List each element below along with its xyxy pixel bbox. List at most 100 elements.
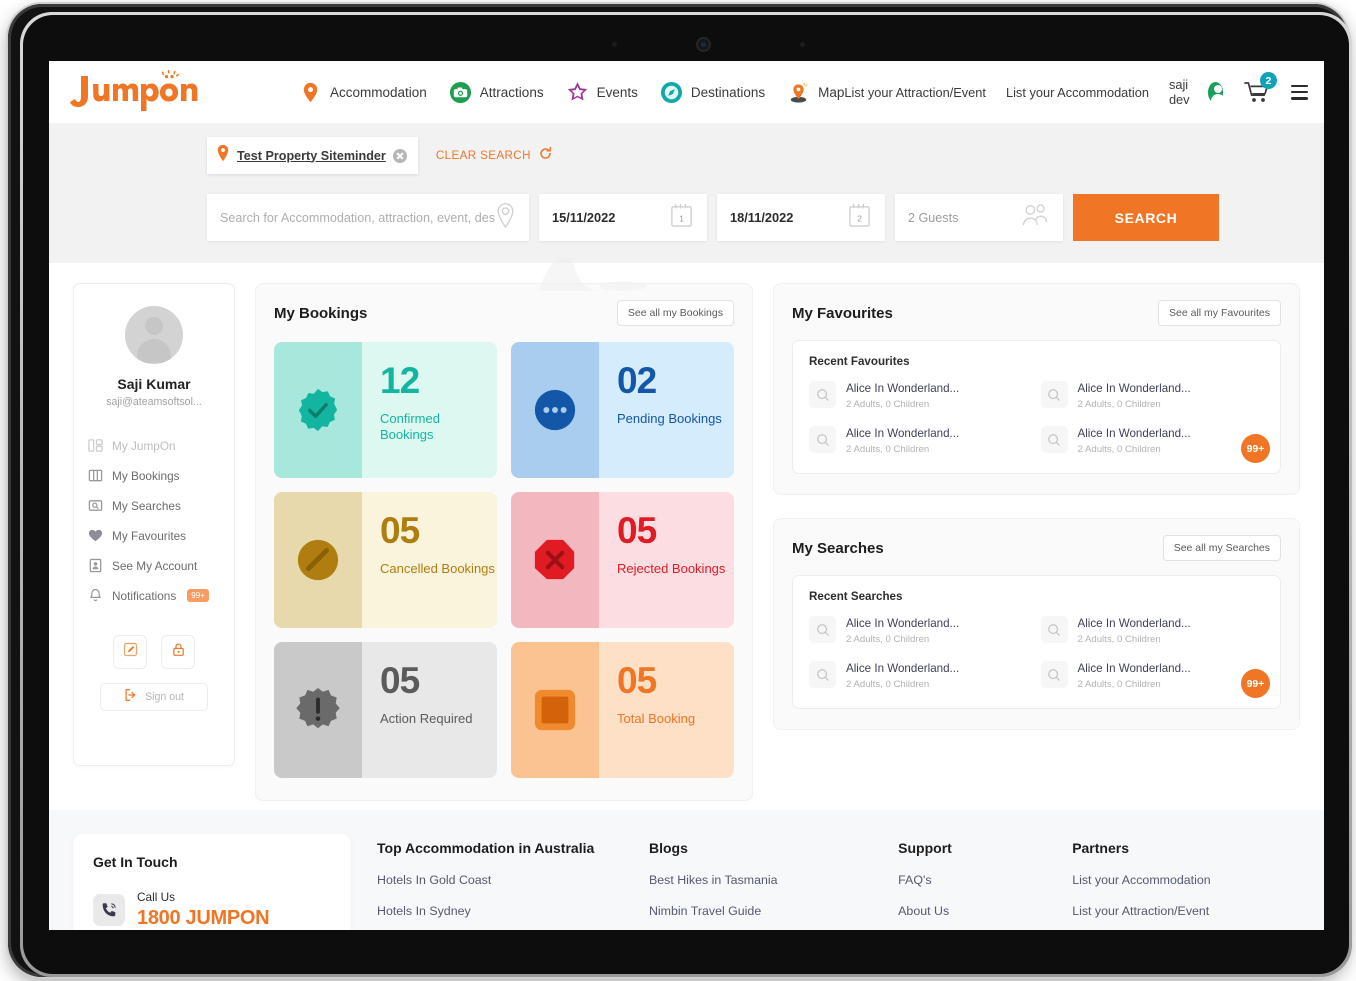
change-password-button[interactable] (161, 635, 195, 669)
hamburger-menu-icon[interactable] (1290, 84, 1308, 100)
footer-link[interactable]: List your Attraction/Event (1072, 904, 1300, 918)
check-out-value: 18/11/2022 (730, 210, 794, 225)
list-item[interactable]: Alice In Wonderland... 2 Adults, 0 Child… (809, 379, 1033, 410)
booking-count: 05 (380, 660, 420, 701)
footer-link[interactable]: Hotels In Sydney (377, 904, 639, 918)
guests-field[interactable]: 2 Guests (895, 194, 1063, 241)
jumpon-logo[interactable] (67, 70, 207, 114)
phone-number: 1800 JUMPON (137, 907, 270, 929)
booking-card-cancelled[interactable]: 05 Cancelled Bookings (274, 492, 497, 628)
sidebar-item-notifications[interactable]: Notifications 99+ (88, 588, 220, 603)
sidebar-item-see-my-account[interactable]: See My Account (88, 558, 220, 573)
edit-profile-button[interactable] (113, 635, 147, 669)
device-frame: Accommodation Attractions Events Destina… (8, 4, 1352, 977)
star-icon (566, 81, 589, 104)
sign-out-button[interactable]: Sign out (100, 683, 208, 711)
see-all-bookings-button[interactable]: See all my Bookings (616, 300, 734, 326)
check-in-value: 15/11/2022 (552, 210, 616, 225)
nav-item-destinations[interactable]: Destinations (660, 81, 765, 104)
sidebar-item-my-searches[interactable]: My Searches (88, 498, 220, 513)
search-name: Alice In Wonderland... (1077, 617, 1191, 630)
search-chip-row: Test Property Siteminder CLEAR SEARCH (49, 137, 1324, 174)
call-us-label: Call Us (137, 890, 176, 904)
check-out-date-field[interactable]: 18/11/2022 2 (717, 194, 885, 241)
favourites-count-badge[interactable]: 99+ (1241, 434, 1270, 463)
lock-icon (171, 642, 186, 662)
booking-card-pending[interactable]: 02 Pending Bookings (511, 342, 734, 478)
search-button[interactable]: SEARCH (1073, 194, 1219, 241)
destination-search-input[interactable]: Search for Accommodation, attraction, ev… (207, 194, 529, 241)
sensor-dot-left-icon (612, 42, 617, 47)
list-accommodation-link[interactable]: List your Accommodation (1006, 85, 1149, 100)
card-text-area: 05 Cancelled Bookings (362, 492, 497, 628)
bookings-icon (88, 468, 103, 483)
card-text-area: 05 Rejected Bookings (599, 492, 734, 628)
x-octagon-icon (532, 537, 578, 583)
search-meta: 2 Adults, 0 Children (846, 634, 930, 645)
list-attraction-link[interactable]: List your Attraction/Event (844, 85, 986, 100)
footer-link[interactable]: Hotels In Gold Coast (377, 873, 639, 887)
footer-link[interactable]: Best Hikes in Tasmania (649, 873, 888, 887)
sensor-dot-right-icon (800, 42, 805, 47)
main-navigation: Accommodation Attractions Events Destina… (299, 81, 844, 104)
booking-card-confirmed[interactable]: 12 Confirmed Bookings (274, 342, 497, 478)
profile-name: Saji Kumar (117, 376, 191, 392)
list-item[interactable]: Alice In Wonderland... 2 Adults, 0 Child… (1040, 659, 1265, 690)
nav-item-map[interactable]: Map (787, 81, 844, 104)
call-us-row[interactable]: Call Us 1800 JUMPON (93, 890, 331, 930)
sidebar-item-my-jumpon[interactable]: My JumpOn (88, 438, 220, 453)
footer-column-title: Support (898, 840, 952, 856)
user-menu[interactable]: saji dev (1169, 77, 1226, 107)
cart-button[interactable]: 2 (1243, 72, 1277, 105)
list-item-text: Alice In Wonderland... 2 Adults, 0 Child… (846, 614, 959, 645)
favourite-meta: 2 Adults, 0 Children (1077, 444, 1161, 455)
search-meta: 2 Adults, 0 Children (846, 679, 930, 690)
bell-icon (88, 588, 103, 603)
footer-link[interactable]: List your Accommodation (1072, 873, 1300, 887)
check-badge-icon (295, 387, 341, 433)
search-form: Search for Accommodation, attraction, ev… (49, 194, 1324, 241)
check-in-date-field[interactable]: 15/11/2022 1 (539, 194, 707, 241)
booking-card-action-required[interactable]: 05 Action Required (274, 642, 497, 778)
my-bookings-header: My Bookings See all my Bookings (274, 300, 734, 326)
sidebar-item-label: See My Account (112, 558, 198, 573)
call-us-text: Call Us 1800 JUMPON (137, 890, 270, 930)
dashboard-icon (88, 438, 103, 453)
list-item[interactable]: Alice In Wonderland... 2 Adults, 0 Child… (1040, 614, 1265, 645)
my-favourites-header: My Favourites See all my Favourites (792, 300, 1281, 326)
nav-item-events[interactable]: Events (566, 81, 638, 104)
see-all-favourites-button[interactable]: See all my Favourites (1158, 300, 1281, 326)
nav-item-accommodation[interactable]: Accommodation (299, 81, 427, 104)
list-item[interactable]: Alice In Wonderland... 2 Adults, 0 Child… (809, 659, 1033, 690)
footer-link[interactable]: FAQ's (898, 873, 1062, 887)
list-item[interactable]: Alice In Wonderland... 2 Adults, 0 Child… (809, 614, 1033, 645)
map-pin-icon (299, 81, 322, 104)
see-all-searches-button[interactable]: See all my Searches (1162, 535, 1281, 561)
nav-label: Destinations (690, 84, 766, 100)
card-text-area: 05 Action Required (362, 642, 497, 778)
sidebar-item-my-favourites[interactable]: My Favourites (88, 528, 220, 543)
sidebar-item-my-bookings[interactable]: My Bookings (88, 468, 220, 483)
phone-icon (93, 894, 125, 926)
list-item[interactable]: Alice In Wonderland... 2 Adults, 0 Child… (809, 424, 1033, 455)
booking-card-total[interactable]: 05 Total Booking (511, 642, 734, 778)
searches-count-badge[interactable]: 99+ (1241, 669, 1270, 698)
list-item[interactable]: Alice In Wonderland... 2 Adults, 0 Child… (1040, 424, 1265, 455)
remove-chip-icon[interactable] (392, 148, 407, 163)
square-icon (532, 687, 578, 733)
property-chip-label: Test Property Siteminder (237, 148, 386, 163)
favourite-name: Alice In Wonderland... (1077, 382, 1191, 395)
clear-search-button[interactable]: CLEAR SEARCH (436, 146, 553, 166)
card-text-area: 05 Total Booking (599, 642, 734, 778)
booking-count: 05 (617, 510, 657, 551)
footer-link[interactable]: About Us (898, 904, 1062, 918)
nav-item-attractions[interactable]: Attractions (449, 81, 544, 104)
footer-link[interactable]: Nimbin Travel Guide (649, 904, 888, 918)
search-icon (809, 381, 836, 408)
map-pin-small-icon (216, 144, 230, 167)
hamburger-bar (1290, 84, 1308, 87)
property-filter-chip[interactable]: Test Property Siteminder (207, 137, 418, 174)
sidebar-item-label: My JumpOn (112, 438, 176, 453)
list-item[interactable]: Alice In Wonderland... 2 Adults, 0 Child… (1040, 379, 1265, 410)
booking-card-rejected[interactable]: 05 Rejected Bookings (511, 492, 734, 628)
